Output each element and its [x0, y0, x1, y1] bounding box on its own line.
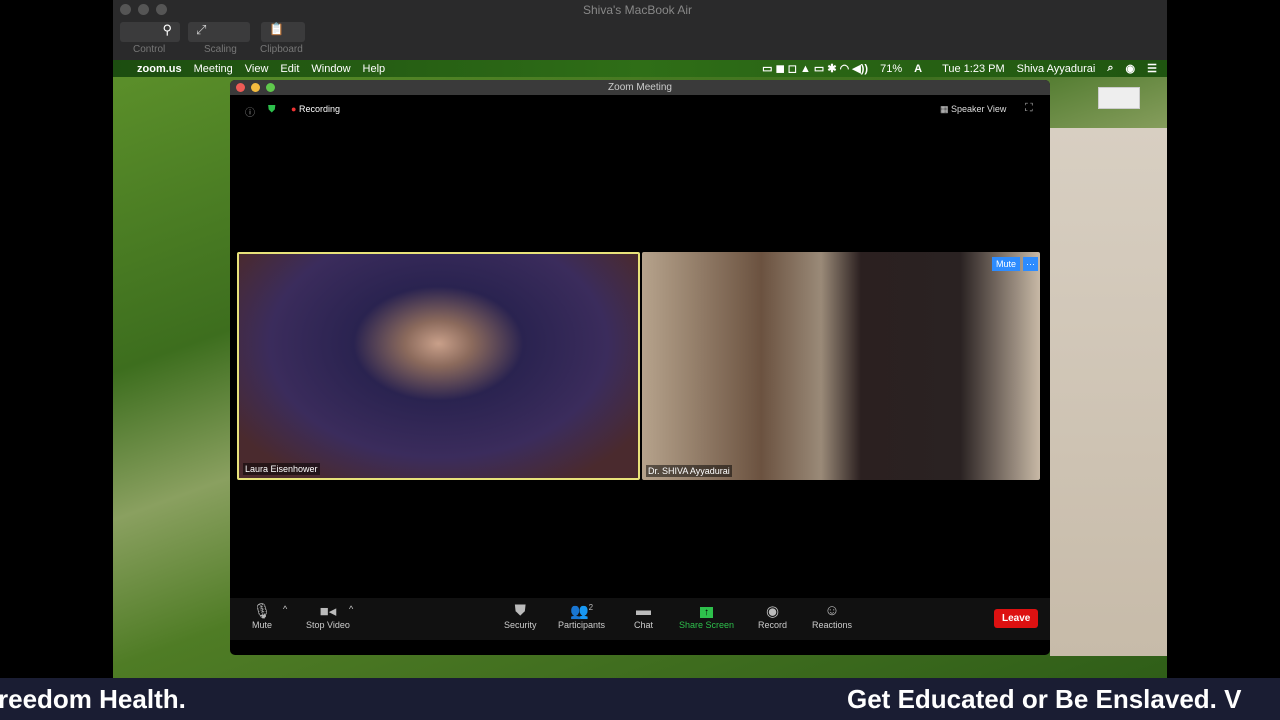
audio-options-caret[interactable]: ^	[283, 604, 287, 614]
video-camera-icon: ■◂	[319, 603, 337, 620]
window-close-dot[interactable]	[120, 4, 131, 15]
ticker-text-right: Get Educated or Be Enslaved. V	[847, 684, 1242, 714]
menu-edit[interactable]: Edit	[280, 63, 299, 75]
mac-menubar: zoom.us Meeting View Edit Window Help ▭ …	[113, 60, 1167, 77]
mute-label: Mute	[252, 620, 273, 630]
control-label: Control	[133, 44, 166, 55]
notification-center-icon[interactable]: ☰	[1147, 62, 1157, 75]
record-dot-icon: ●	[291, 104, 297, 114]
maximize-button[interactable]	[266, 83, 275, 92]
remote-desktop-toolbar: Shiva's MacBook Air ⚲ ⤢ 📋 Control Scalin…	[113, 0, 1167, 60]
desktop-thumbnail[interactable]	[1098, 87, 1140, 109]
video-tile-dr-shiva-ayyadurai[interactable]: Dr. SHIVA Ayyadurai Mute ···	[642, 252, 1040, 480]
mute-button[interactable]: 🎙 Mute	[252, 602, 272, 630]
shield-icon: ⛊	[514, 602, 526, 619]
menubar-clock[interactable]: Tue 1:23 PM	[942, 63, 1005, 75]
emoji-icon: ☺	[824, 602, 840, 619]
participants-icon: 👥2	[569, 603, 594, 620]
zoom-title-bar: Zoom Meeting	[230, 80, 1050, 95]
chat-label: Chat	[634, 620, 654, 630]
share-screen-icon: ↑	[679, 602, 734, 620]
recording-indicator[interactable]: ● Recording	[291, 104, 340, 114]
battery-percent: 71%	[880, 62, 903, 75]
close-button[interactable]	[236, 83, 245, 92]
participant-count: 2	[588, 603, 594, 612]
scaling-label: Scaling	[204, 44, 237, 55]
window-zoom-dot[interactable]	[156, 4, 167, 15]
reactions-label: Reactions	[812, 620, 853, 630]
clipboard-label: Clipboard	[260, 44, 303, 55]
window-title: Zoom Meeting	[608, 82, 672, 93]
speaker-view-button[interactable]: ▦ Speaker View	[940, 104, 1006, 115]
video-tile-laura-eisenhower[interactable]: Laura Eisenhower	[237, 252, 640, 480]
window-minimize-dot[interactable]	[138, 4, 149, 15]
speaker-view-label: Speaker View	[951, 104, 1007, 114]
scaling-button[interactable]: ⤢	[188, 22, 250, 42]
stop-video-button[interactable]: ■◂ Stop Video	[306, 602, 350, 630]
info-icon[interactable]: ⓘ	[245, 104, 255, 119]
grid-icon: ▦	[940, 104, 949, 114]
record-icon: ◉	[765, 603, 780, 620]
reactions-button[interactable]: ☺ Reactions	[812, 602, 852, 630]
menu-window[interactable]: Window	[311, 63, 350, 75]
stop-video-label: Stop Video	[306, 620, 350, 630]
recording-label: Recording	[298, 104, 340, 114]
fullscreen-icon[interactable]: ⛶	[1025, 102, 1033, 115]
spotlight-icon[interactable]: ⌕	[1107, 62, 1113, 75]
participant-name: Dr. SHIVA Ayyadurai	[646, 465, 732, 477]
menu-help[interactable]: Help	[363, 63, 386, 75]
clipboard-button[interactable]: 📋	[261, 22, 305, 42]
leave-button[interactable]: Leave	[994, 609, 1039, 628]
security-label: Security	[504, 620, 537, 630]
meeting-toolbar: 🎙 Mute ^ ■◂ Stop Video ^ ⛊ Security 👥2 Parti…	[230, 598, 1050, 640]
status-icons: ▭ ◼ ◻ ▲ ▭ ✱ ◠ ◀))	[762, 63, 869, 75]
news-ticker: reedom Health. Get Educated or Be Enslav…	[0, 678, 1280, 720]
siri-icon[interactable]: ◉	[1126, 62, 1136, 75]
participants-button[interactable]: 👥2 Participants	[558, 602, 605, 630]
mute-participant-button[interactable]: Mute	[991, 257, 1020, 271]
menu-meeting[interactable]: Meeting	[194, 63, 233, 75]
security-button[interactable]: ⛊ Security	[504, 602, 537, 630]
remote-title: Shiva's MacBook Air	[583, 3, 693, 17]
menu-app[interactable]: zoom.us	[137, 63, 182, 75]
share-screen-button[interactable]: ↑ Share Screen	[679, 602, 734, 630]
input-source-icon[interactable]: A	[914, 63, 922, 75]
chat-bubble-icon: ▬	[636, 602, 651, 619]
encryption-shield-icon[interactable]: ⛊	[268, 104, 276, 115]
minimize-button[interactable]	[251, 83, 260, 92]
menu-view[interactable]: View	[245, 63, 269, 75]
control-button[interactable]: ⚲	[120, 22, 180, 42]
record-button[interactable]: ◉ Record	[758, 602, 787, 630]
share-screen-label: Share Screen	[679, 620, 735, 630]
video-options-caret[interactable]: ^	[349, 604, 353, 614]
menubar-user[interactable]: Shiva Ayyadurai	[1017, 63, 1096, 75]
background-room	[1050, 128, 1167, 656]
more-options-button[interactable]: ···	[1023, 257, 1038, 271]
ticker-text-left: reedom Health.	[0, 684, 186, 714]
participant-name: Laura Eisenhower	[243, 463, 320, 475]
microphone-icon: 🎙	[252, 603, 272, 620]
chat-button[interactable]: ▬ Chat	[634, 602, 653, 630]
zoom-meeting-window: Zoom Meeting ⓘ ⛊ ● Recording ▦ Speaker V…	[230, 80, 1050, 655]
participants-label: Participants	[558, 620, 606, 630]
record-label: Record	[758, 620, 788, 630]
